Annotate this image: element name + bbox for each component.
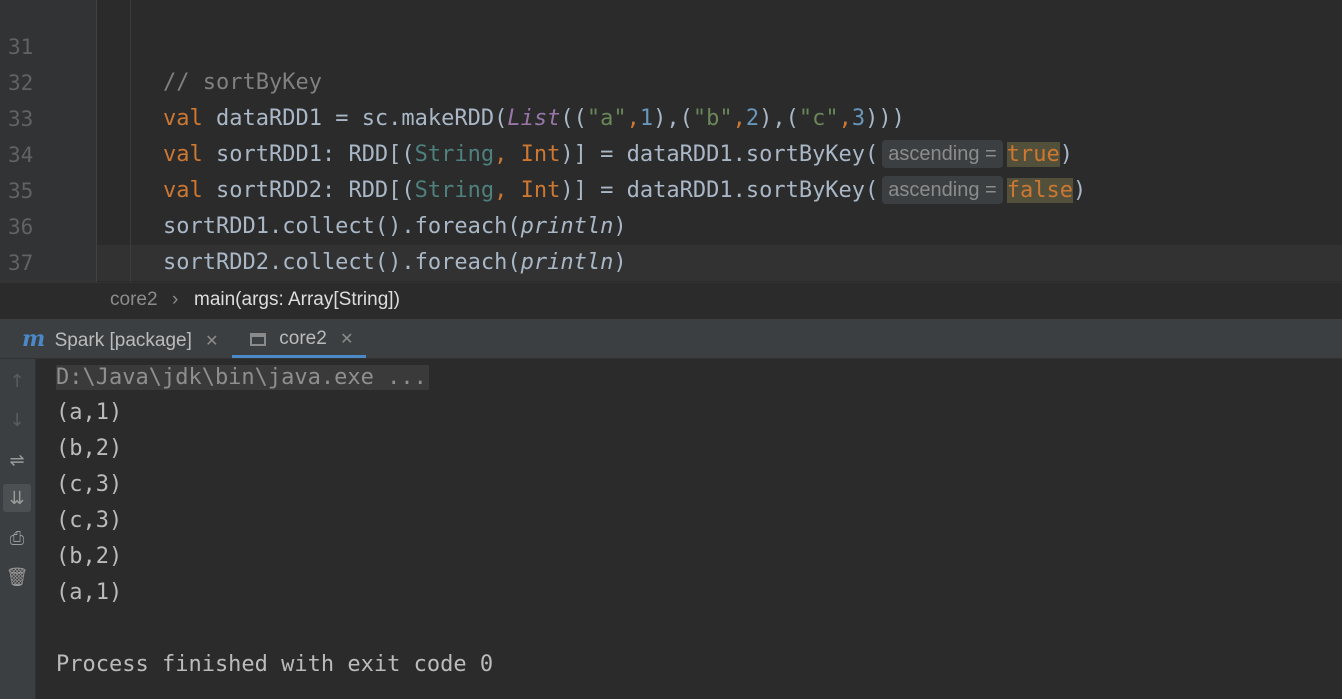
number-literal: 3 (851, 106, 866, 131)
parameter-hint: ascending = (882, 140, 1003, 168)
type-int: Int (520, 142, 561, 167)
println-function: println (520, 214, 614, 239)
console-window-icon (250, 333, 266, 346)
code-text: )] = dataRDD1.sortByKey( (560, 178, 879, 203)
breadcrumb-item-object[interactable]: core2 (110, 289, 158, 311)
number-literal: 2 (745, 106, 760, 131)
code-line[interactable]: 33 val sortRDD1: RDD[(String, Int)] = da… (0, 65, 1073, 168)
console-line: (a,1) (56, 580, 123, 605)
code-text: dataRDD1 = sc.makeRDD( (202, 106, 508, 131)
keyword-val: val (163, 142, 203, 167)
console-line: (c,3) (56, 508, 123, 533)
code-line[interactable]: 31 // sortByKey (0, 0, 322, 95)
code-line[interactable]: 32 val dataRDD1 = sc.makeRDD(List(("a",1… (0, 29, 905, 131)
type-int: Int (520, 178, 561, 203)
boolean-literal: true (1006, 142, 1060, 167)
console-line: (a,1) (56, 400, 123, 425)
code-comment: // sortByKey (163, 70, 322, 95)
keyword-val: val (163, 106, 203, 131)
println-function: println (520, 250, 614, 275)
console-line: (b,2) (56, 544, 123, 569)
console-line: (c,3) (56, 472, 123, 497)
type-string: String (414, 142, 495, 167)
soft-wrap-icon[interactable]: ⇌ (3, 446, 31, 474)
close-icon[interactable]: ✕ (205, 333, 218, 350)
string-literal: "c" (798, 106, 839, 131)
code-line[interactable]: 36 sortRDD2.collect().foreach(println) (0, 173, 627, 275)
code-line[interactable]: 34 val sortRDD2: RDD[(String, Int)] = da… (0, 101, 1086, 204)
list-function: List (507, 106, 561, 131)
boolean-literal: false (1006, 178, 1073, 203)
code-text: )] = dataRDD1.sortByKey( (560, 142, 879, 167)
type-string: String (414, 178, 495, 203)
parameter-hint: ascending = (882, 176, 1003, 204)
console-toolbar: ↑ ↓ ⇌ ⇊ ⎙ 🗑 (0, 359, 36, 699)
arrow-down-icon[interactable]: ↓ (3, 406, 31, 434)
console-line: (b,2) (56, 436, 123, 461)
tab-label: Spark [package] (54, 330, 192, 351)
run-tab-bar: m Spark [package] ✕ core2 ✕ (0, 319, 1342, 359)
tab-spark-package[interactable]: m Spark [package] ✕ (22, 319, 219, 358)
console-output[interactable]: D:\Java\jdk\bin\java.exe ... (a,1) (b,2)… (36, 359, 1342, 699)
chevron-right-icon: › (172, 289, 179, 310)
tab-core2[interactable]: core2 ✕ (232, 319, 366, 358)
code-line[interactable]: 38 (0, 245, 53, 281)
console-exit-message: Process finished with exit code 0 (56, 652, 494, 677)
print-icon[interactable]: ⎙ (3, 524, 31, 552)
arrow-up-icon[interactable]: ↑ (3, 367, 31, 395)
code-line[interactable]: 37 (0, 209, 53, 275)
gutter-separator (96, 0, 97, 282)
string-literal: "b" (692, 106, 733, 131)
scroll-to-end-icon[interactable]: ⇊ (3, 484, 31, 512)
code-text: sortRDD2: RDD[( (202, 178, 415, 203)
code-text: sortRDD1.collect().foreach( (163, 214, 521, 239)
console-command-line: D:\Java\jdk\bin\java.exe ... (56, 365, 429, 390)
code-text: sortRDD1: RDD[( (202, 142, 415, 167)
number-literal: 1 (639, 106, 654, 131)
breadcrumb: core2 › main(args: Array[String]) (0, 282, 1342, 320)
code-line[interactable]: 35 sortRDD1.collect().foreach(println) (0, 137, 627, 239)
close-icon[interactable]: ✕ (340, 331, 353, 348)
code-editor[interactable]: 31 // sortByKey 3 2 val dataRDD1 = sc.mak… (0, 0, 1342, 282)
maven-m-icon: m (22, 326, 46, 352)
trash-icon[interactable]: 🗑 (3, 563, 31, 591)
string-literal: "a" (586, 106, 627, 131)
code-text: sortRDD2.collect().foreach( (163, 250, 521, 275)
tab-label: core2 (279, 328, 327, 349)
indent-guide (130, 0, 131, 282)
keyword-val: val (163, 178, 203, 203)
breadcrumb-item-method[interactable]: main(args: Array[String]) (194, 289, 400, 311)
code-text: (( (560, 106, 587, 131)
